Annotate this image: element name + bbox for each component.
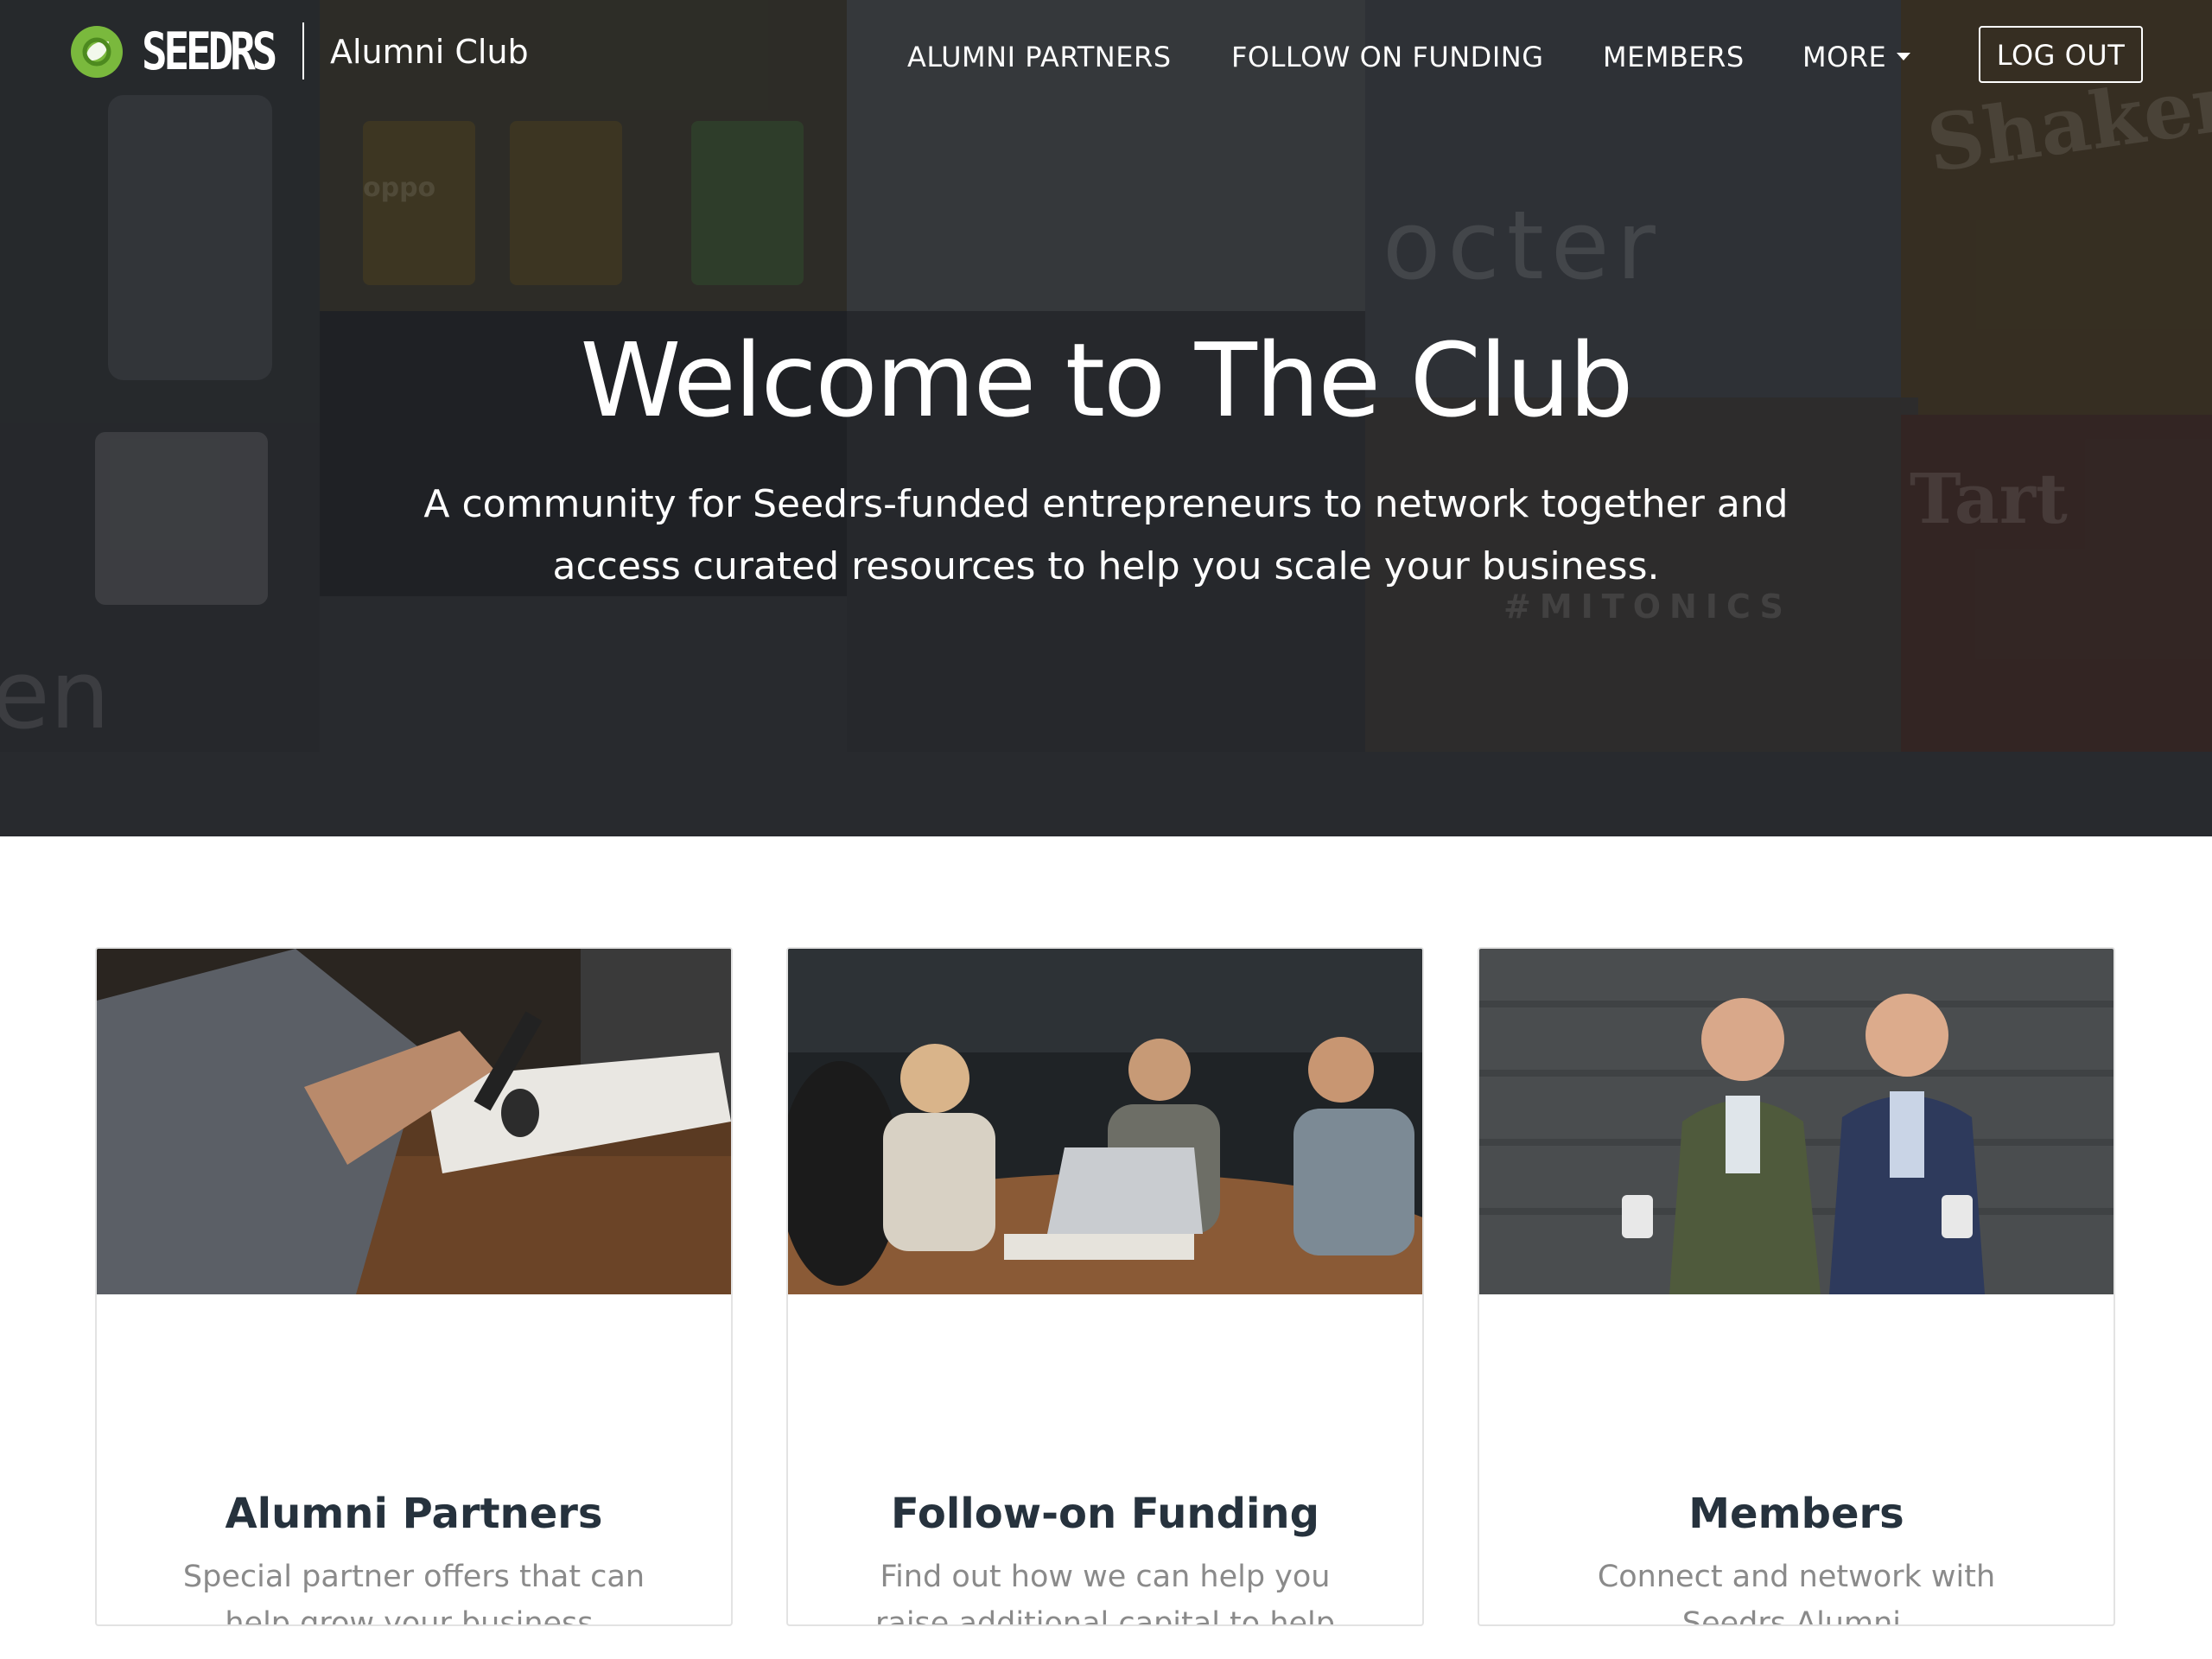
collage-word-oppo: oppo	[363, 173, 436, 203]
card-description: Find out how we can help you raise addit…	[875, 1560, 1335, 1626]
hero-title: Welcome to The Club	[580, 321, 1633, 440]
card-image-signing	[97, 949, 731, 1294]
nav-members[interactable]: MEMBERS	[1603, 40, 1745, 74]
card-follow-on-funding[interactable]: Follow-on Funding Find out how we can he…	[786, 947, 1424, 1626]
hero-banner: octer Tart #MITONICS Shaker oppo en SEED…	[0, 0, 2212, 836]
nav-follow-on-funding[interactable]: FOLLOW ON FUNDING	[1231, 40, 1543, 74]
feature-cards: Alumni Partners Special partner offers t…	[0, 836, 2212, 1659]
collage-word-octer: octer	[1382, 190, 1662, 301]
photo-team-meeting	[788, 949, 1422, 1294]
photo-two-men-suits	[1479, 949, 2113, 1294]
card-description: Connect and network with Seedrs Alumni.	[1597, 1560, 1996, 1626]
nav-more-label: MORE	[1802, 41, 1887, 73]
hero-subtitle: A community for Seedrs-funded entreprene…	[423, 482, 1789, 588]
collage-word-tart: Tart	[1910, 458, 2068, 539]
card-image-members	[1479, 949, 2113, 1294]
card-alumni-partners[interactable]: Alumni Partners Special partner offers t…	[95, 947, 733, 1626]
card-title: Members	[1688, 1490, 1904, 1538]
collage-word-en: en	[0, 639, 111, 750]
nav-more-dropdown[interactable]: MORE	[1802, 40, 1911, 74]
card-members[interactable]: Members Connect and network with Seedrs …	[1478, 947, 2115, 1626]
card-description: Special partner offers that can help gro…	[182, 1560, 645, 1626]
caret-down-icon	[1897, 52, 1911, 60]
top-navbar: SEEDRS Alumni Club ALUMNI PARTNERS FOLLO…	[0, 0, 2212, 111]
card-title: Alumni Partners	[225, 1490, 603, 1538]
nav-menu: ALUMNI PARTNERS FOLLOW ON FUNDING MEMBER…	[0, 40, 2212, 74]
card-title: Follow-on Funding	[891, 1490, 1319, 1538]
nav-alumni-partners[interactable]: ALUMNI PARTNERS	[907, 40, 1172, 74]
logout-button[interactable]: LOG OUT	[1979, 26, 2143, 83]
card-image-meeting	[788, 949, 1422, 1294]
photo-person-signing	[97, 949, 731, 1294]
